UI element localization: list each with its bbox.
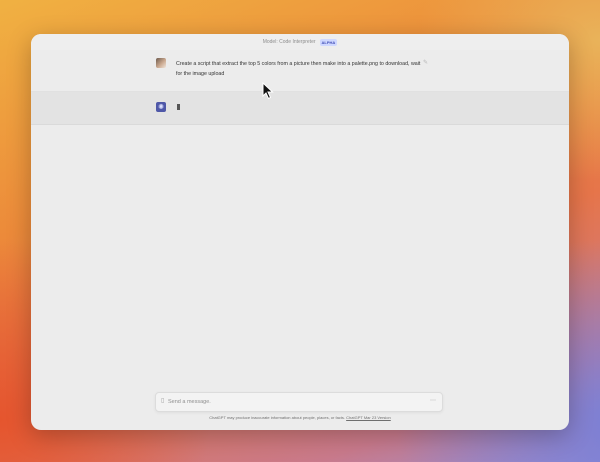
typing-cursor [177,104,180,110]
openai-logo-icon: ✺ [156,102,166,112]
message-composer: ▯ ⋯ [155,392,443,412]
version-link[interactable]: ChatGPT Mar 23 Version [346,415,391,420]
disclaimer-text: ChatGPT may produce inaccurate informati… [209,415,346,420]
user-avatar [156,58,166,68]
edit-icon[interactable]: ✎ [423,59,428,66]
footer-disclaimer: ChatGPT may produce inaccurate informati… [31,415,569,420]
model-title: Model: Code Interpreter [262,39,316,45]
user-message: Create a script that extract the top 5 c… [31,50,569,92]
attach-file-icon[interactable]: ▯ [161,397,164,404]
titlebar: Model: Code Interpreter ALPHA [31,34,569,50]
chat-window: Model: Code Interpreter ALPHA Create a s… [31,34,569,430]
mouse-pointer-icon [262,82,274,100]
assistant-message: ✺ [31,92,569,125]
send-icon[interactable]: ⋯ [430,397,436,404]
user-message-text: Create a script that extract the top 5 c… [176,61,421,77]
alpha-badge: ALPHA [319,38,338,46]
message-input[interactable] [168,396,418,407]
